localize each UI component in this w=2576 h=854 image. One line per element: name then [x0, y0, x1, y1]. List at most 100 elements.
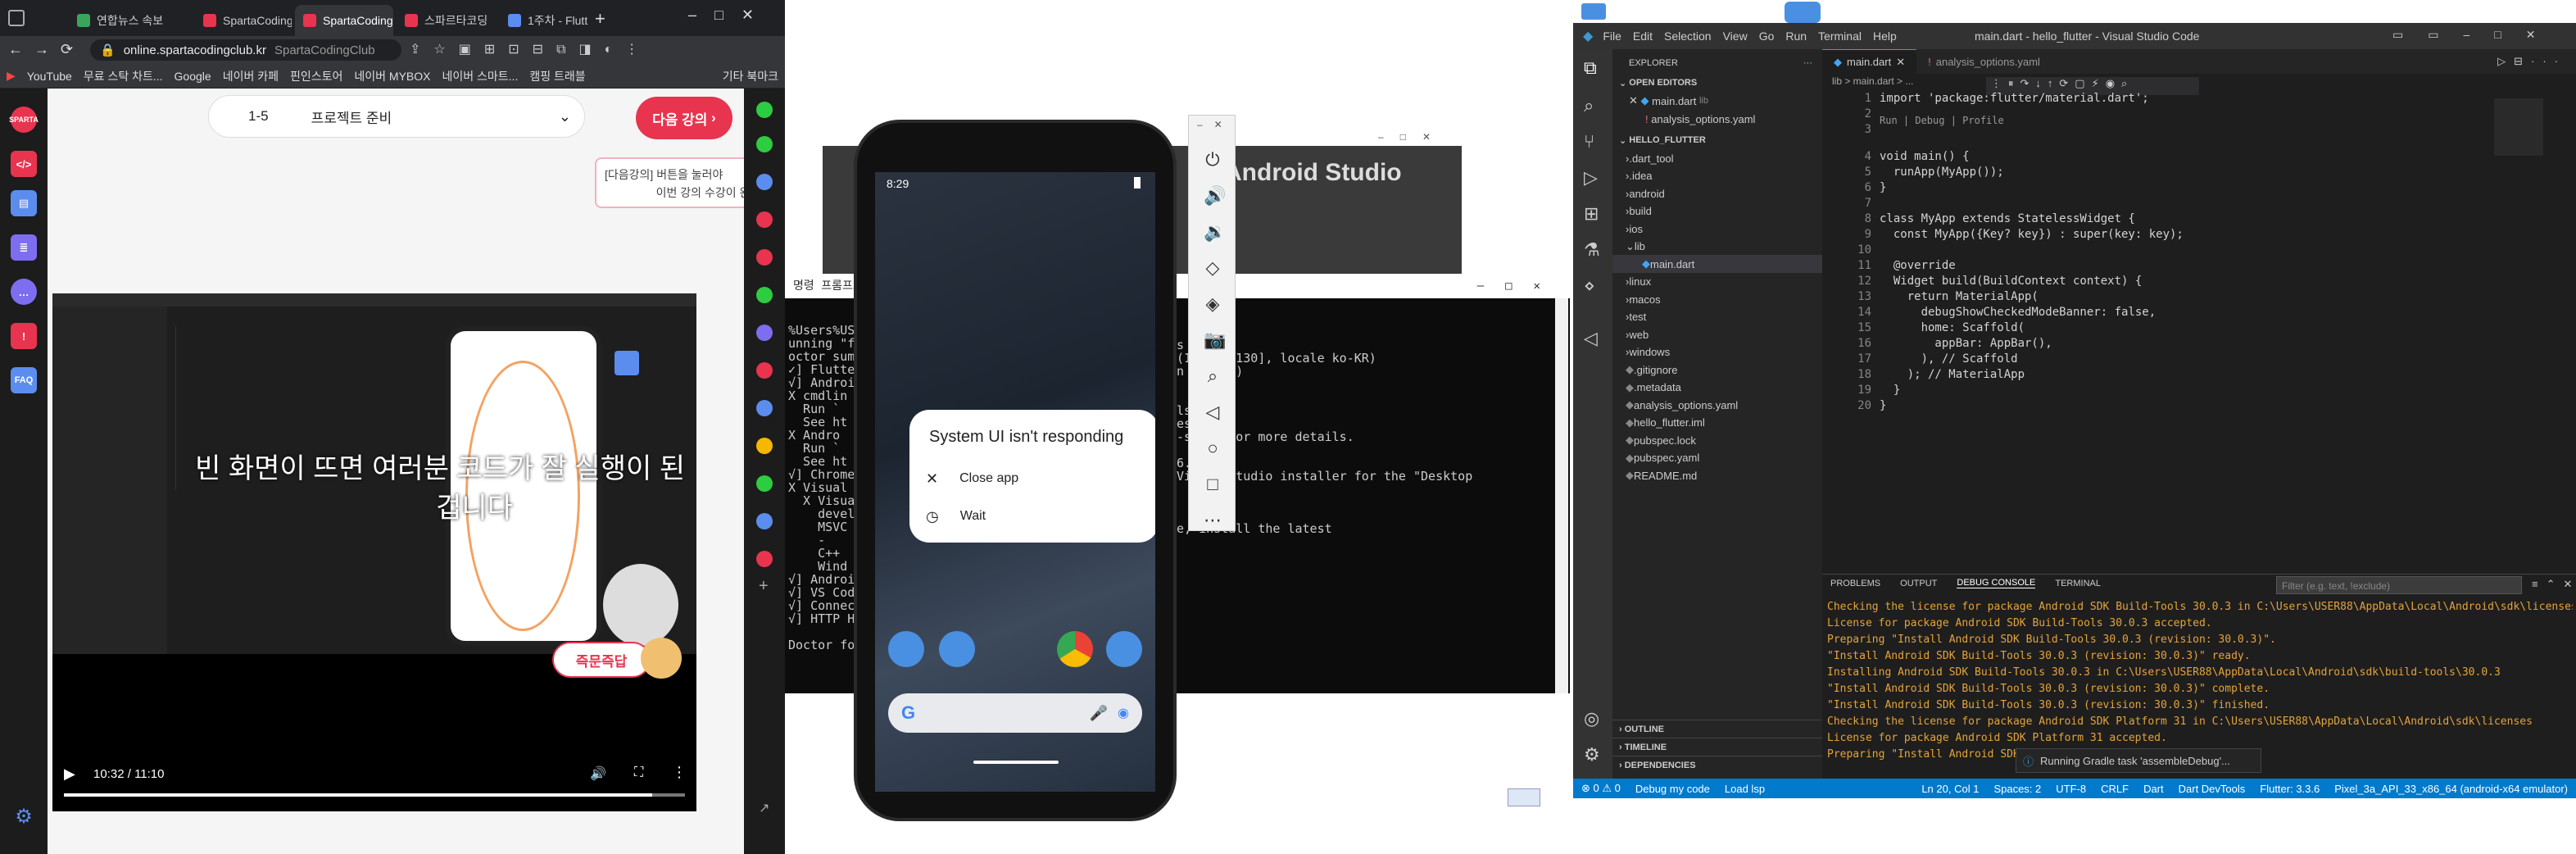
fullscreen-icon[interactable]: ⛶	[634, 765, 643, 780]
camera-app-icon[interactable]	[1106, 631, 1142, 667]
tab-2-active[interactable]: SpartaCoding	[295, 5, 393, 36]
file-item[interactable]: ◆ pubspec.lock	[1612, 431, 1822, 449]
language-status[interactable]: Dart	[2143, 783, 2164, 795]
folder-item[interactable]: ⌄ lib	[1612, 238, 1822, 256]
editor-tab[interactable]: ! analysis_options.yaml	[1916, 49, 2052, 74]
ext-icon[interactable]	[756, 438, 773, 454]
panel-tab[interactable]: OUTPUT	[1900, 579, 1937, 588]
ask-question-button[interactable]: 즉문즉답	[552, 642, 651, 678]
window-controls[interactable]: –□✕	[1477, 279, 1562, 293]
panel-tab[interactable]: TERMINAL	[2055, 579, 2101, 588]
file-item[interactable]: ◆ README.md	[1612, 466, 1822, 484]
emulator-buttons[interactable]: ⏻ 🔊 🔉 ◇ ◈ 📷 ⌕ ◁ ○ □ ⋯	[1204, 142, 1226, 538]
faq-icon[interactable]: FAQ	[11, 367, 37, 393]
codelens[interactable]: Run | Debug | Profile	[1880, 115, 2004, 126]
close-icon[interactable]: ✕	[1629, 94, 1638, 107]
cursor-position[interactable]: Ln 20, Col 1	[1921, 783, 1979, 795]
folder-item[interactable]: › .idea	[1612, 167, 1822, 185]
file-item[interactable]: ◆ analysis_options.yaml	[1612, 396, 1822, 414]
project-header[interactable]: ⌄ HELLO_FLUTTER	[1612, 131, 1822, 149]
more-icon[interactable]: ⋮	[672, 764, 687, 781]
nav-buttons[interactable]: ←→⟳	[8, 41, 84, 58]
panel-tab[interactable]: DEBUG CONSOLE	[1957, 578, 2036, 588]
ext-icon[interactable]	[756, 102, 773, 118]
window-controls[interactable]: –□✕	[688, 7, 772, 24]
bookmark-other[interactable]: 기타 북마크	[723, 68, 778, 84]
messages-app-icon[interactable]	[939, 631, 975, 667]
progress-track[interactable]	[64, 793, 685, 797]
timeline-header[interactable]: › TIMELINE	[1612, 738, 1822, 756]
add-icon[interactable]: +	[759, 577, 769, 596]
ext-icon[interactable]	[756, 475, 773, 492]
ext-icon[interactable]	[756, 287, 773, 303]
tab-1[interactable]: SpartaCoding	[195, 5, 292, 36]
search-icon[interactable]: ⌕	[1584, 95, 1594, 116]
folder-item[interactable]: › build	[1612, 202, 1822, 220]
bookmark[interactable]: 네이버 카페	[223, 68, 279, 84]
panel-tab[interactable]: PROBLEMS	[1830, 579, 1880, 588]
open-editors-header[interactable]: ⌄ OPEN EDITORS	[1612, 74, 1822, 92]
menu-item[interactable]: File	[1603, 30, 1621, 43]
close-icon[interactable]: ✕	[1896, 56, 1905, 69]
tab-search-icon[interactable]	[8, 10, 25, 26]
menu-item[interactable]: Run	[1785, 30, 1807, 43]
more-icon[interactable]: ···	[1803, 58, 1812, 68]
external-link-icon[interactable]: ↗	[759, 800, 769, 816]
bookmark[interactable]: 네이버 MYBOX	[354, 68, 430, 84]
ext-icon[interactable]	[756, 325, 773, 341]
cmd-scrollbar[interactable]	[1555, 298, 1568, 693]
ext-icon[interactable]	[756, 551, 773, 567]
code-icon[interactable]: </>	[11, 151, 37, 177]
taskbar-app-icon[interactable]	[1785, 2, 1821, 23]
tab-3[interactable]: 스파르타코딩	[397, 5, 497, 36]
file-item[interactable]: ◆ hello_flutter.iml	[1612, 414, 1822, 432]
flutter-icon[interactable]: ⋄	[1584, 275, 1595, 297]
folder-item[interactable]: › .dart_tool	[1612, 149, 1822, 167]
ext-icon[interactable]	[756, 400, 773, 416]
folder-item[interactable]: › linux	[1612, 273, 1822, 291]
open-editor-item[interactable]: ! analysis_options.yaml	[1612, 110, 1822, 128]
open-editor-item[interactable]: ✕ ◆ main.dart lib	[1612, 92, 1822, 110]
tab-0[interactable]: 연합뉴스 속보	[69, 5, 192, 36]
folder-item[interactable]: › android	[1612, 184, 1822, 202]
remote-icon[interactable]: ◁	[1584, 328, 1598, 349]
taskbar-app-icon[interactable]	[1581, 3, 1606, 20]
settings-icon[interactable]: ⚙	[11, 803, 37, 829]
ext-icon[interactable]	[756, 362, 773, 379]
gesture-bar[interactable]	[973, 761, 1059, 764]
flutter-status[interactable]: Flutter: 3.3.6	[2260, 783, 2320, 795]
folder-item[interactable]: › windows	[1612, 343, 1822, 361]
problems-status[interactable]: ⊗ 0 ⚠ 0	[1581, 782, 1621, 795]
document-icon[interactable]: ≣	[11, 234, 37, 261]
bookmark[interactable]: Google	[175, 70, 211, 83]
menu-item[interactable]: Help	[1873, 30, 1897, 43]
ext-icon[interactable]	[756, 513, 773, 529]
file-item[interactable]: ◆ main.dart	[1612, 255, 1822, 273]
sparta-logo[interactable]: SPARTA	[9, 107, 39, 133]
folder-item[interactable]: › web	[1612, 325, 1822, 343]
ext-icon[interactable]	[756, 211, 773, 228]
console-filter-input[interactable]: Filter (e.g. text, !exclude)	[2276, 576, 2522, 594]
volume-icon[interactable]: 🔊	[590, 765, 606, 782]
panel-actions[interactable]: ≡⌃✕	[2532, 578, 2576, 591]
file-item[interactable]: ◆ .gitignore	[1612, 361, 1822, 379]
gear-icon[interactable]: ⚙	[1584, 744, 1600, 765]
document-icon[interactable]: ▤	[11, 190, 37, 216]
editor-actions[interactable]: ▷⊟···	[2497, 55, 2566, 68]
eol-status[interactable]: CRLF	[2101, 783, 2129, 795]
menu-item[interactable]: Go	[1759, 30, 1775, 43]
phone-app-icon[interactable]	[888, 631, 924, 667]
new-tab-button[interactable]: +	[595, 8, 605, 30]
extensions-icon[interactable]: ⊞	[1584, 203, 1599, 225]
menu-item[interactable]: Edit	[1633, 30, 1653, 43]
taskbar-thumbnail[interactable]	[1508, 788, 1540, 806]
devtools-status[interactable]: Dart DevTools	[2179, 783, 2246, 795]
file-item[interactable]: ◆ pubspec.yaml	[1612, 449, 1822, 467]
file-item[interactable]: ◆ .metadata	[1612, 379, 1822, 397]
extension-icons[interactable]: ⇪☆▣⊞⊡⊟⧉◨◐⋮	[410, 41, 651, 57]
run-debug-icon[interactable]: ▷	[1584, 167, 1598, 189]
tab-4[interactable]: 1주차 - Flutt	[500, 5, 590, 36]
next-lesson-button[interactable]: 다음 강의 ›	[636, 97, 732, 139]
bookmark[interactable]: 네이버 스마트...	[442, 68, 519, 84]
url-field[interactable]: 🔒 online.spartacodingclub.kr SpartaCodin…	[90, 39, 401, 61]
